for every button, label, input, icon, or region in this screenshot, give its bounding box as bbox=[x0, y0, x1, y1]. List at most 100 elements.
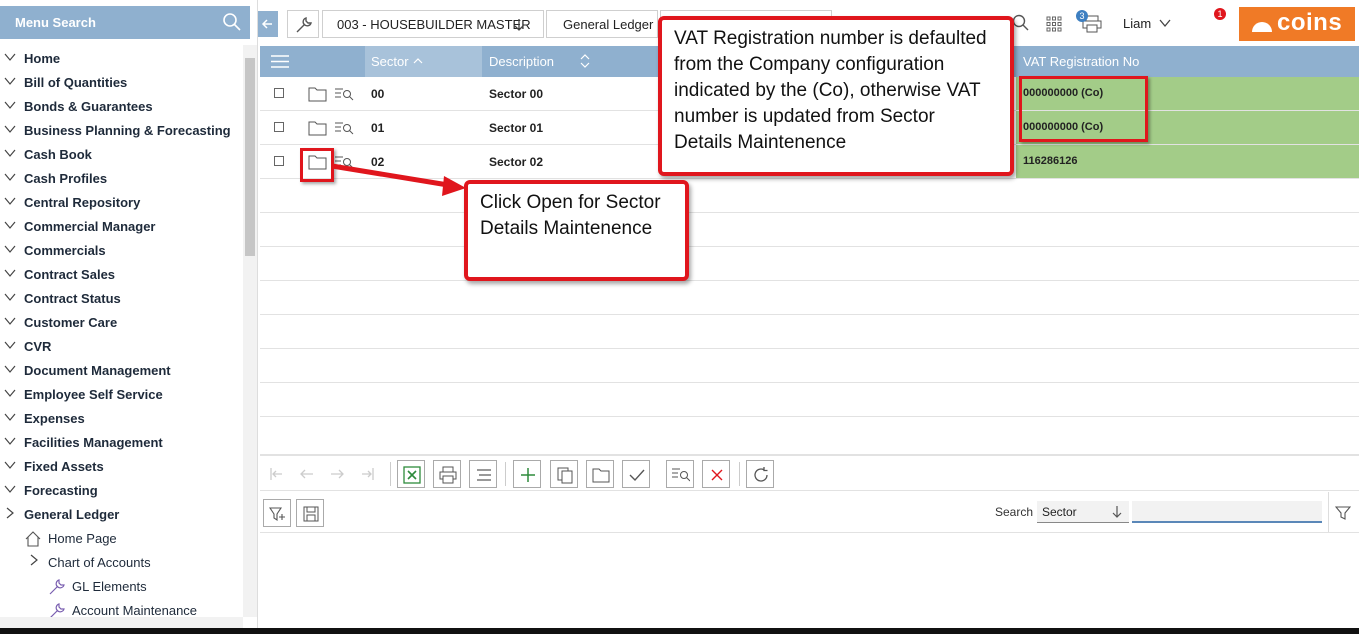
layout-button[interactable] bbox=[469, 460, 497, 488]
sidebar-item[interactable]: Employee Self Service bbox=[0, 383, 242, 407]
sidebar-item-label: Bill of Quantities bbox=[24, 75, 128, 90]
sidebar-item[interactable]: Forecasting bbox=[0, 479, 242, 503]
filter-icon[interactable] bbox=[1335, 505, 1351, 521]
sidebar-item[interactable]: Bonds & Guarantees bbox=[0, 95, 242, 119]
row-checkbox[interactable] bbox=[274, 122, 284, 132]
sidebar-item[interactable]: Fixed Assets bbox=[0, 455, 242, 479]
sidebar-item[interactable]: Commercial Manager bbox=[0, 215, 242, 239]
sidebar-subitem-label: Home Page bbox=[48, 531, 117, 546]
save-filter-button[interactable] bbox=[296, 499, 324, 527]
first-page-button[interactable] bbox=[263, 460, 291, 488]
chevron-down-icon bbox=[4, 459, 16, 471]
collapse-sidebar-button[interactable] bbox=[258, 11, 278, 37]
apps-grid-icon[interactable] bbox=[1046, 16, 1062, 32]
zoom-details-icon[interactable] bbox=[335, 121, 354, 135]
zoom-button[interactable] bbox=[666, 460, 694, 488]
sidebar-item[interactable]: Document Management bbox=[0, 359, 242, 383]
print-queue-button[interactable]: 3 bbox=[1076, 10, 1104, 34]
folder-icon[interactable] bbox=[308, 120, 327, 136]
search-field-select[interactable]: Sector bbox=[1037, 501, 1129, 523]
confirm-button[interactable] bbox=[622, 460, 650, 488]
close-icon bbox=[711, 469, 723, 481]
sidebar-item[interactable]: Contract Sales bbox=[0, 263, 242, 287]
sidebar-subitem[interactable]: Account Maintenance bbox=[0, 599, 242, 617]
refresh-button[interactable] bbox=[746, 460, 774, 488]
sidebar-horizontal-scrollbar[interactable] bbox=[0, 617, 243, 628]
chevron-down-icon bbox=[1159, 19, 1171, 28]
export-excel-button[interactable] bbox=[397, 460, 425, 488]
company-name: 003 - HOUSEBUILDER MASTER bbox=[337, 17, 531, 32]
chevron-down-icon bbox=[4, 123, 16, 135]
list-layout-icon bbox=[477, 469, 491, 481]
sidebar-item-label: Customer Care bbox=[24, 315, 118, 330]
sort-ascending-icon bbox=[413, 58, 423, 64]
vat-callout: VAT Registration number is defaulted fro… bbox=[658, 16, 1014, 176]
sidebar-item[interactable]: Customer Care bbox=[0, 311, 242, 335]
plus-icon bbox=[521, 468, 535, 482]
previous-page-button[interactable] bbox=[293, 460, 321, 488]
sidebar: Menu Search Home Bill of Quantities Bonds … bbox=[0, 0, 258, 628]
sidebar-item[interactable]: Expenses bbox=[0, 407, 242, 431]
sidebar-item[interactable]: Contract Status bbox=[0, 287, 242, 311]
sidebar-subitem[interactable]: GL Elements bbox=[0, 575, 242, 599]
sidebar-item[interactable]: Facilities Management bbox=[0, 431, 242, 455]
sidebar-subitem[interactable]: Chart of Accounts bbox=[0, 551, 242, 575]
vat-highlight-box bbox=[1019, 76, 1148, 142]
sidebar-item[interactable]: Business Planning & Forecasting bbox=[0, 119, 242, 143]
copy-button[interactable] bbox=[550, 460, 578, 488]
toolbar-separator bbox=[390, 462, 391, 486]
search-input[interactable] bbox=[1132, 501, 1322, 523]
delete-button[interactable] bbox=[702, 460, 730, 488]
column-label: VAT Registration No bbox=[1023, 54, 1140, 69]
notification-badge[interactable]: 1 bbox=[1214, 8, 1226, 20]
filter-divider bbox=[1328, 492, 1329, 532]
company-breadcrumb[interactable]: 003 - HOUSEBUILDER MASTER bbox=[322, 10, 544, 38]
column-label: Sector bbox=[371, 54, 409, 69]
column-header-vat[interactable]: VAT Registration No bbox=[1017, 46, 1359, 77]
cell-sector: 01 bbox=[371, 121, 385, 135]
empty-row bbox=[260, 349, 1359, 383]
refresh-icon bbox=[754, 467, 768, 482]
zoom-details-icon[interactable] bbox=[335, 87, 354, 101]
sidebar-item-label: Contract Status bbox=[24, 291, 121, 306]
open-folder-highlight-box bbox=[300, 148, 334, 182]
next-page-button[interactable] bbox=[323, 460, 351, 488]
grid-menu-button[interactable] bbox=[260, 46, 300, 77]
sidebar-item[interactable]: Central Repository bbox=[0, 191, 242, 215]
column-header-description[interactable]: Description bbox=[483, 46, 663, 77]
sidebar-item[interactable]: Cash Profiles bbox=[0, 167, 242, 191]
printer-icon bbox=[439, 466, 457, 484]
sidebar-item[interactable]: CVR bbox=[0, 335, 242, 359]
sidebar-item[interactable]: Commercials bbox=[0, 239, 242, 263]
sidebar-item-label: Commercial Manager bbox=[24, 219, 156, 234]
tools-button[interactable] bbox=[287, 10, 319, 38]
sidebar-subitem-label: Account Maintenance bbox=[72, 603, 198, 617]
sidebar-item[interactable]: Home bbox=[0, 47, 242, 71]
folder-icon[interactable] bbox=[308, 86, 327, 102]
sidebar-scrollbar-thumb[interactable] bbox=[245, 58, 255, 256]
sidebar-item[interactable]: General Ledger bbox=[0, 503, 242, 527]
search-icon[interactable] bbox=[1012, 14, 1030, 32]
row-checkbox[interactable] bbox=[274, 88, 284, 98]
column-header-sector[interactable]: Sector bbox=[365, 46, 482, 77]
sidebar-subitem[interactable]: Home Page bbox=[0, 527, 242, 551]
toolbar-separator bbox=[505, 462, 506, 486]
add-button[interactable] bbox=[513, 460, 541, 488]
row-checkbox[interactable] bbox=[274, 156, 284, 166]
user-menu[interactable]: Liam bbox=[1123, 16, 1183, 34]
print-button[interactable] bbox=[433, 460, 461, 488]
menu-search-bar[interactable]: Menu Search bbox=[0, 6, 250, 39]
empty-row bbox=[260, 247, 1359, 281]
module-breadcrumb[interactable]: General Ledger bbox=[546, 10, 658, 38]
sidebar-item-label: Contract Sales bbox=[24, 267, 116, 282]
sidebar-item[interactable]: Bill of Quantities bbox=[0, 71, 242, 95]
sidebar-item[interactable]: Cash Book bbox=[0, 143, 242, 167]
last-page-button[interactable] bbox=[353, 460, 381, 488]
grid-toolbar bbox=[260, 455, 1359, 491]
search-icon[interactable] bbox=[222, 12, 242, 32]
open-button[interactable] bbox=[586, 460, 614, 488]
sidebar-item-label: CVR bbox=[24, 339, 52, 354]
sidebar-item-label: Employee Self Service bbox=[24, 387, 163, 402]
empty-row bbox=[260, 417, 1359, 455]
add-filter-button[interactable] bbox=[263, 499, 291, 527]
